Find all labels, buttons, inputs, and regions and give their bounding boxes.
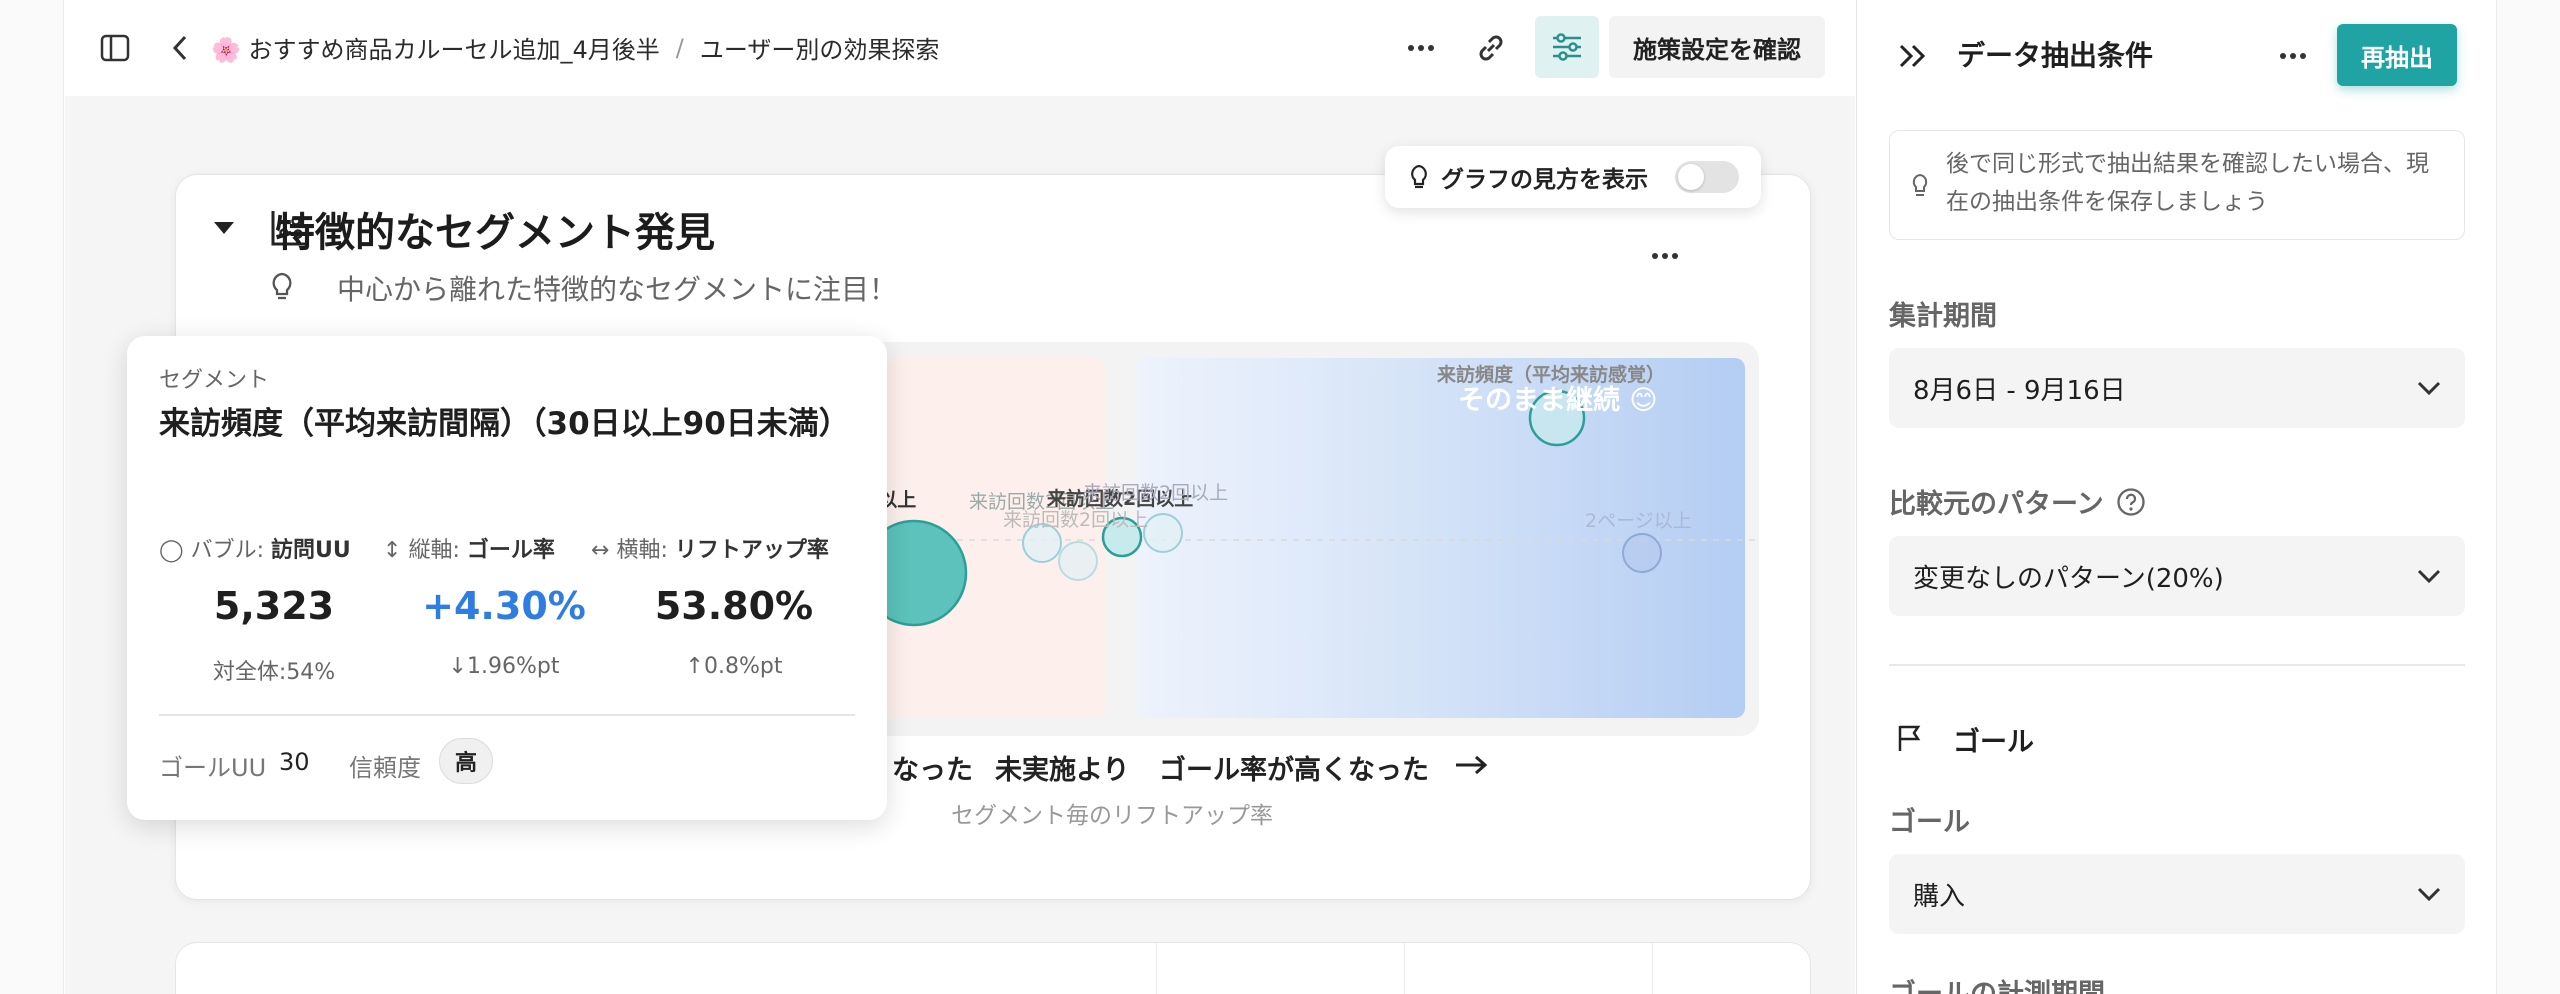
period-select[interactable]: 8月6日 - 9月16日 [1889, 348, 2465, 428]
stat-lift-delta: ↓1.96%pt [448, 654, 560, 679]
stat-visits-delta: 対全体:54% [212, 660, 336, 685]
x-axis-right-label: ゴール率が高くなった [1159, 755, 1429, 786]
vertical-arrows-icon: ↕ [383, 538, 402, 563]
bubble [1143, 513, 1183, 553]
compare-label-text: 比較元のパターン [1889, 489, 2104, 520]
panel-more-icon[interactable] [2273, 42, 2313, 70]
stat-goal-rate-delta: ↑0.8%pt [685, 654, 783, 679]
save-hint-text: 後で同じ形式で抽出結果を確認したい場合、現在の抽出条件を保存しましょう [1946, 151, 2429, 215]
goal-uu-value: 30 [279, 748, 310, 776]
goal-value: 購入 [1913, 881, 1966, 912]
vertical-meta-value: ゴール率 [466, 538, 555, 563]
rerun-extraction-button[interactable]: 再抽出 [2337, 24, 2457, 86]
compare-select[interactable]: 変更なしのパターン(20%) [1889, 536, 2465, 616]
horizontal-arrows-icon: ↔ [591, 538, 610, 563]
panel-divider [1889, 664, 2465, 666]
tooltip-divider [159, 714, 855, 716]
quadrant-label: そのまま継続 😊 [1458, 385, 1658, 416]
compare-label: 比較元のパターン [1889, 482, 2146, 521]
bubble-meta-label: バブル: [190, 538, 265, 563]
double-chevron-right-icon[interactable] [1893, 36, 1933, 76]
goal-section-title: ゴール [1953, 727, 2034, 758]
right-margin [2496, 0, 2560, 994]
segment-tooltip: セグメント 来訪頻度（平均来訪間隔）（30日以上90日未満） ◯ バブル: 訪問… [127, 336, 887, 820]
compare-value: 変更なしのパターン(20%) [1913, 563, 2224, 594]
period-value: 8月6日 - 9月16日 [1913, 375, 2126, 406]
confidence-label: 信頼度 [349, 754, 421, 782]
vertical-meta-label: 縦軸: [408, 538, 460, 563]
flag-icon [1891, 720, 1927, 756]
bubble [1058, 541, 1098, 581]
chevron-down-icon [2417, 381, 2441, 396]
confidence-badge: 高 [439, 738, 493, 784]
goal-period-label: ゴールの計測期間 [1889, 972, 2105, 994]
period-label: 集計期間 [1889, 301, 1997, 332]
help-icon[interactable] [2116, 487, 2146, 517]
arrow-right-icon [1451, 748, 1491, 782]
chevron-down-icon [2417, 887, 2441, 902]
bubble-meta-value: 訪問UU [271, 538, 351, 563]
panel-title: データ抽出条件 [1957, 39, 2154, 72]
circle-icon: ◯ [159, 538, 184, 563]
point-label: 2ページ以上 [1585, 510, 1692, 532]
point-label: 来訪回数2回以上 [1083, 482, 1229, 504]
chevron-down-icon [2417, 569, 2441, 584]
tooltip-caption: セグメント [159, 368, 270, 393]
horizontal-meta: ↔ 横軸: リフトアップ率 [591, 532, 829, 564]
goal-uu-label: ゴールUU [159, 754, 267, 782]
stat-lift-value: +4.30% [422, 584, 586, 628]
stat-visits-value: 5,323 [213, 584, 335, 628]
x-axis-mid-label: 未実施より [995, 755, 1130, 786]
horizontal-meta-label: 横軸: [616, 538, 668, 563]
goal-label: ゴール [1889, 807, 1970, 838]
save-hint: 後で同じ形式で抽出結果を確認したい場合、現在の抽出条件を保存しましょう [1889, 130, 2465, 240]
main-area: 🌸 おすすめ商品カルーセル追加_4月後半 / ユーザー別の効果探索 施策設定を確… [65, 0, 1855, 994]
bubble-meta: ◯ バブル: 訪問UU [159, 532, 351, 564]
extraction-panel: データ抽出条件 再抽出 後で同じ形式で抽出結果を確認したい場合、現在の抽出条件を… [1856, 0, 2496, 994]
tooltip-title: 来訪頻度（平均来訪間隔）（30日以上90日未満） [159, 406, 850, 442]
left-margin [0, 0, 64, 994]
bubble [1622, 533, 1662, 573]
x-axis-subtitle: セグメント毎のリフトアップ率 [951, 803, 1273, 829]
vertical-meta: ↕ 縦軸: ゴール率 [383, 532, 555, 564]
stat-goal-rate-value: 53.80% [654, 584, 814, 628]
lightbulb-icon [1908, 169, 1932, 203]
horizontal-meta-value: リフトアップ率 [674, 538, 829, 563]
goal-select[interactable]: 購入 [1889, 854, 2465, 934]
